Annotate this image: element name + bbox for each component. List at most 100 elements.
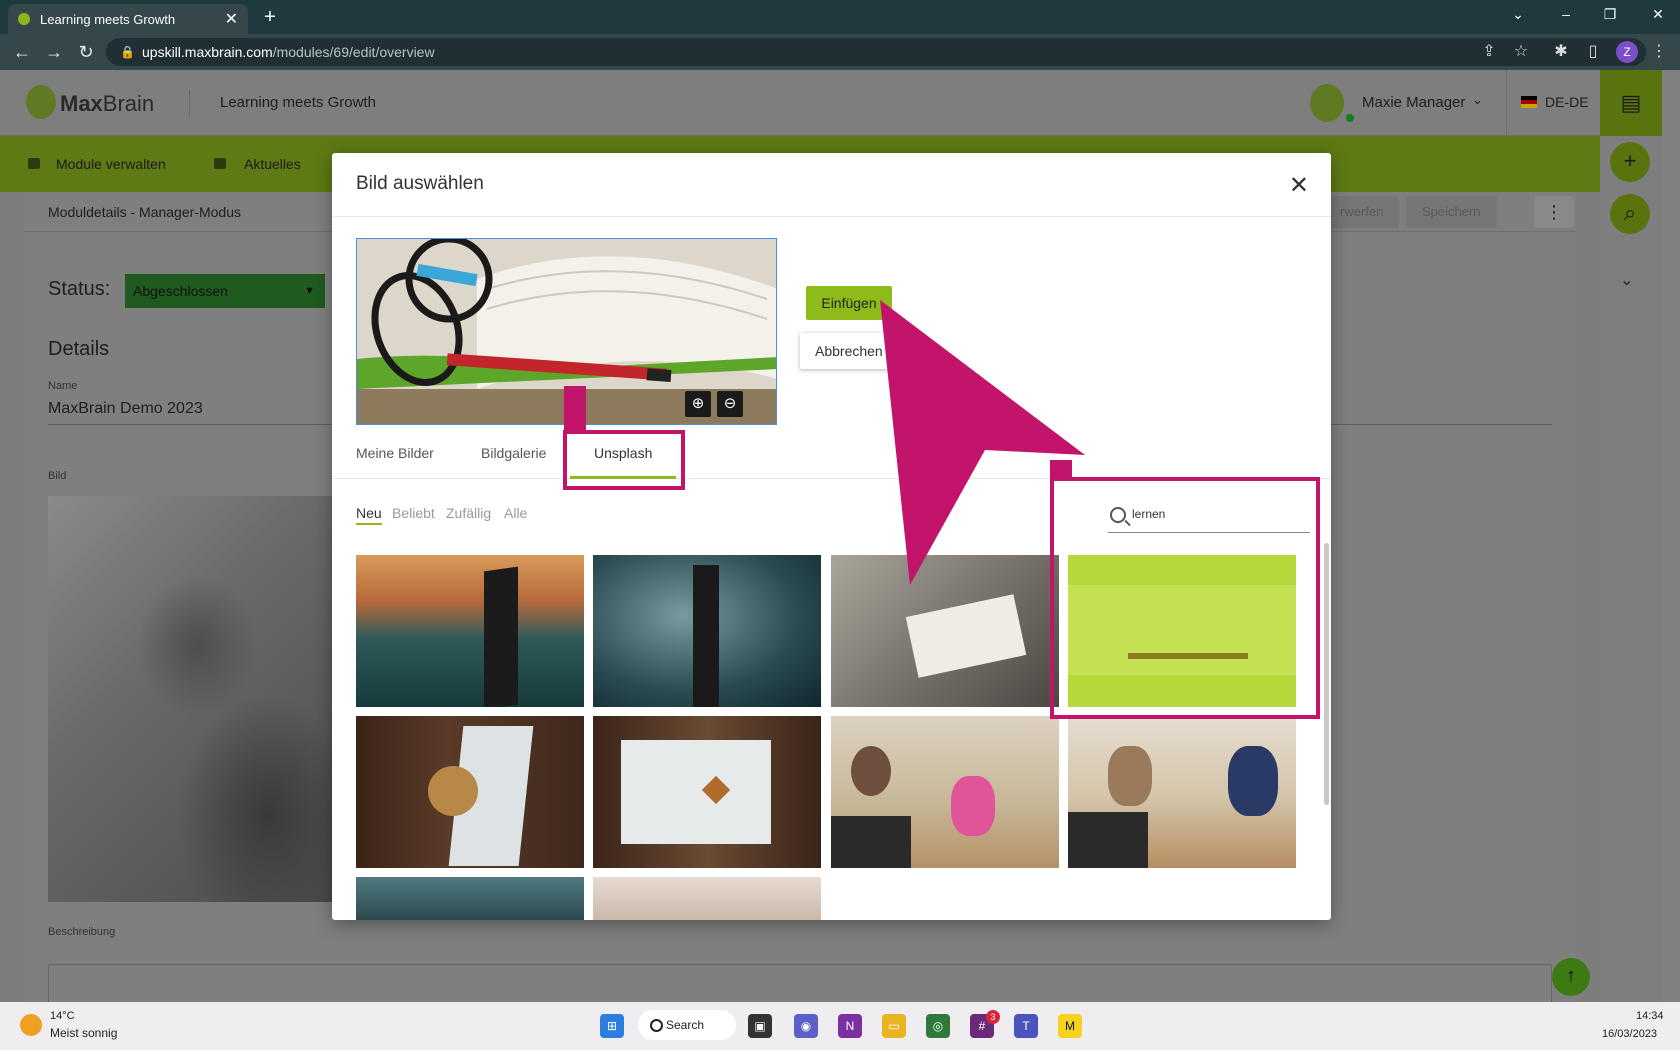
laptop-shape <box>1068 812 1148 868</box>
new-tab-button[interactable]: + <box>258 6 282 30</box>
app-header: MaxBrain Learning meets Growth Maxie Man… <box>0 70 1600 136</box>
windows-start-icon[interactable]: ⊞ <box>600 1014 624 1038</box>
unsplash-thumbnail[interactable] <box>593 716 821 868</box>
extensions-icon[interactable]: ✱ <box>1550 41 1572 61</box>
annotation-box-search-result <box>1050 477 1320 719</box>
filter-all[interactable]: Alle <box>504 505 527 521</box>
unsplash-thumbnail[interactable] <box>356 555 584 707</box>
chevron-down-icon[interactable]: ⌄ <box>1472 92 1483 108</box>
back-icon[interactable]: ← <box>10 42 34 63</box>
logo-bold: Max <box>60 91 103 116</box>
profile-avatar[interactable]: Z <box>1616 41 1638 63</box>
browser-menu-icon[interactable]: ⋮ <box>1648 41 1670 61</box>
open-book-shape <box>905 594 1027 678</box>
chrome-icon[interactable]: ◎ <box>926 1014 950 1038</box>
book-shape <box>693 565 719 707</box>
task-view-icon[interactable]: ▣ <box>748 1014 772 1038</box>
chat-icon[interactable]: ▤ <box>1600 70 1662 136</box>
zoom-in-icon[interactable]: ⊕ <box>685 391 711 417</box>
description-label: Beschreibung <box>48 926 116 938</box>
toolbar-title: Moduldetails - Manager-Modus <box>48 204 241 220</box>
notification-badge: 3 <box>986 1010 1000 1024</box>
logo-light: Brain <box>102 91 155 116</box>
close-window-button[interactable]: ✕ <box>1646 6 1670 23</box>
zoom-out-icon[interactable]: ⊖ <box>717 391 743 417</box>
nav-news[interactable]: Aktuelles <box>244 156 301 172</box>
weather-text: Meist sonnig <box>50 1026 118 1040</box>
miro-icon[interactable]: M <box>1058 1014 1082 1038</box>
annotation-box-unsplash-tab <box>563 430 685 490</box>
name-field[interactable]: MaxBrain Demo 2023 <box>48 400 203 418</box>
taskbar-search[interactable]: Search <box>638 1010 736 1040</box>
unsplash-thumbnail[interactable] <box>593 877 821 920</box>
onenote-icon[interactable]: N <box>838 1014 862 1038</box>
filter-new[interactable]: Neu <box>356 505 382 525</box>
person-shape <box>851 746 891 796</box>
details-heading: Details <box>48 338 110 360</box>
unsplash-thumbnail[interactable] <box>1068 716 1296 868</box>
url-path: /modules/69/edit/overview <box>272 44 435 60</box>
filter-popular[interactable]: Beliebt <box>392 505 435 521</box>
modules-icon <box>28 158 40 169</box>
teams-icon[interactable]: T <box>1014 1014 1038 1038</box>
dialog-divider <box>332 216 1331 217</box>
close-tab-icon[interactable]: ✕ <box>225 9 238 29</box>
image-label: Bild <box>48 470 67 482</box>
maxbrain-logo-icon <box>26 85 56 119</box>
address-bar-row: ← → ↻ 🔒 upskill.maxbrain.com/modules/69/… <box>0 34 1680 70</box>
german-flag-icon <box>1521 96 1537 108</box>
clock-time: 14:34 <box>1636 1010 1664 1022</box>
lock-icon: 🔒 <box>120 45 135 59</box>
circle-shape <box>428 766 478 816</box>
restore-button[interactable]: ❐ <box>1598 6 1622 23</box>
file-explorer-icon[interactable]: ▭ <box>882 1014 906 1038</box>
filter-random[interactable]: Zufällig <box>446 505 491 521</box>
unsplash-thumbnail[interactable] <box>356 877 584 920</box>
person-shape <box>1228 746 1278 816</box>
unsplash-thumbnail[interactable] <box>356 716 584 868</box>
dialog-scrollbar[interactable] <box>1324 543 1329 805</box>
tab-search-icon[interactable]: ⌄ <box>1506 6 1530 23</box>
status-value: Abgeschlossen <box>133 283 228 299</box>
module-image[interactable] <box>48 496 332 902</box>
open-book-shape <box>621 740 771 844</box>
person-shape <box>951 776 995 836</box>
url-host: upskill.maxbrain.com <box>142 44 273 60</box>
chevron-down-icon[interactable]: ⌄ <box>1620 270 1633 290</box>
description-editor[interactable] <box>48 964 1552 1002</box>
save-button[interactable]: Speichern <box>1406 196 1497 228</box>
forward-icon[interactable]: → <box>42 42 66 63</box>
close-icon[interactable]: ✕ <box>1289 171 1309 200</box>
status-dropdown[interactable]: Abgeschlossen ▼ <box>125 274 325 308</box>
tab-gallery[interactable]: Bildgalerie <box>481 445 546 461</box>
unsplash-thumbnail[interactable] <box>593 555 821 707</box>
side-panel-icon[interactable]: ▯ <box>1582 41 1604 61</box>
browser-tab-bar: Learning meets Growth ✕ + ⌄ – ❐ ✕ <box>0 0 1680 34</box>
reload-icon[interactable]: ↻ <box>74 42 98 63</box>
source-tabs: Meine Bilder Bildgalerie Unsplash <box>332 431 1331 479</box>
nav-manage-modules[interactable]: Module verwalten <box>56 156 166 172</box>
add-icon[interactable]: + <box>1610 142 1650 182</box>
browser-tab[interactable]: Learning meets Growth ✕ <box>8 4 248 34</box>
language-switcher[interactable]: DE-DE <box>1506 70 1600 136</box>
minimize-button[interactable]: – <box>1554 6 1578 22</box>
user-name[interactable]: Maxie Manager <box>1362 94 1465 111</box>
header-divider <box>189 90 190 116</box>
share-icon[interactable]: ⇪ <box>1478 41 1500 61</box>
chat-app-icon[interactable]: ◉ <box>794 1014 818 1038</box>
user-avatar[interactable] <box>1310 84 1344 122</box>
weather-sun-icon[interactable] <box>20 1014 42 1036</box>
browser-tab-title: Learning meets Growth <box>40 11 176 27</box>
page-scrollbar[interactable] <box>1662 70 1680 1002</box>
url-field[interactable]: 🔒 upskill.maxbrain.com/modules/69/edit/o… <box>106 38 1646 66</box>
discard-button[interactable]: rwerfen <box>1324 196 1400 228</box>
maxbrain-logo[interactable]: MaxBrain <box>60 91 154 117</box>
tab-my-images[interactable]: Meine Bilder <box>356 445 434 461</box>
annotation-arrow-icon <box>880 300 1085 585</box>
person-shape <box>1108 746 1152 806</box>
more-options-icon[interactable]: ⋮ <box>1534 196 1574 228</box>
unsplash-thumbnail[interactable] <box>831 716 1059 868</box>
scroll-to-top-button[interactable]: ↑ <box>1552 958 1590 996</box>
search-icon[interactable]: ⌕ <box>1610 194 1650 234</box>
bookmark-star-icon[interactable]: ☆ <box>1510 41 1532 61</box>
